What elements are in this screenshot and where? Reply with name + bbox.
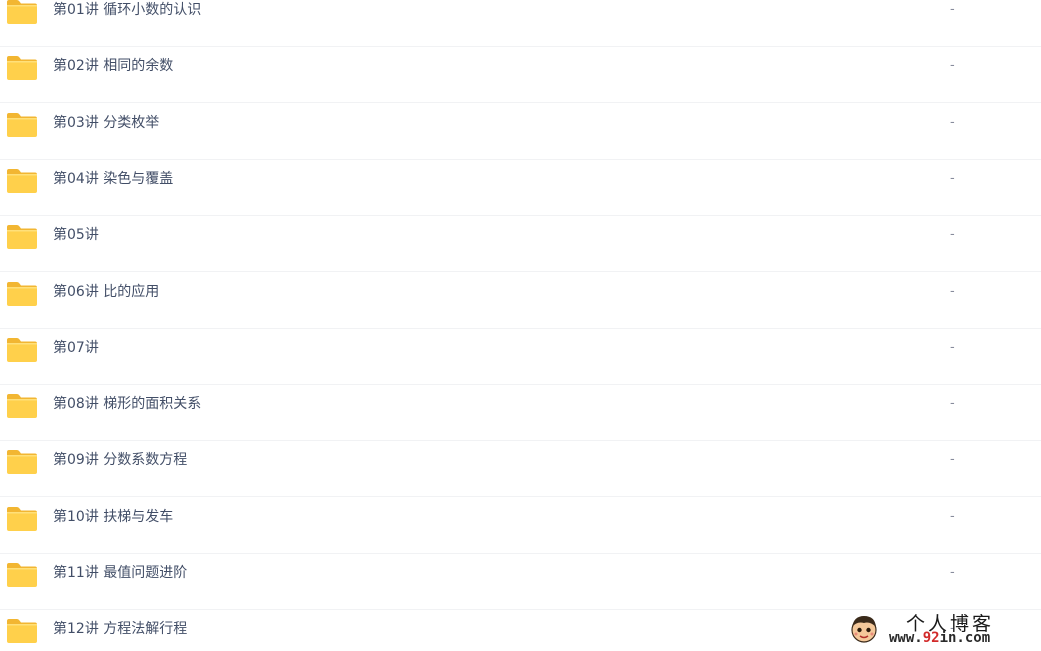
folder-icon bbox=[7, 225, 37, 250]
watermark-url-number: 92 bbox=[922, 630, 940, 646]
watermark: 个人博客 www.92in.com bbox=[846, 609, 1036, 649]
folder-icon bbox=[7, 281, 37, 306]
folder-icon bbox=[7, 0, 37, 24]
file-name[interactable]: 第12讲 方程法解行程 bbox=[53, 620, 187, 638]
watermark-url-prefix: www. bbox=[889, 630, 923, 646]
folder-icon bbox=[7, 112, 37, 137]
folder-icon bbox=[7, 394, 37, 419]
file-size: - bbox=[950, 2, 955, 17]
file-row-10[interactable]: 第10讲 扶梯与发车 - bbox=[0, 498, 1041, 554]
file-name[interactable]: 第02讲 相同的余数 bbox=[53, 57, 173, 75]
folder-icon bbox=[7, 563, 37, 587]
folder-icon bbox=[7, 56, 37, 81]
file-size: - bbox=[950, 396, 955, 412]
file-size: - bbox=[950, 114, 955, 130]
file-name[interactable]: 第01讲 循环小数的认识 bbox=[53, 1, 201, 19]
folder-icon bbox=[7, 619, 37, 644]
folder-icon bbox=[7, 506, 37, 531]
file-size: - bbox=[950, 283, 955, 299]
file-name[interactable]: 第11讲 最值问题进阶 bbox=[53, 564, 187, 582]
file-row-09[interactable]: 第09讲 分数系数方程 - bbox=[0, 441, 1041, 498]
cartoon-face-icon bbox=[851, 616, 877, 643]
file-size: - bbox=[950, 339, 955, 355]
file-name[interactable]: 第05讲 bbox=[53, 226, 99, 244]
file-size: - bbox=[950, 58, 955, 74]
file-row-01[interactable]: 第01讲 循环小数的认识 - bbox=[0, 0, 1041, 47]
file-row-05[interactable]: 第05讲 - bbox=[0, 216, 1041, 273]
file-size: - bbox=[950, 227, 955, 243]
file-row-06[interactable]: 第06讲 比的应用 - bbox=[0, 273, 1041, 329]
file-size: - bbox=[950, 565, 955, 580]
file-row-04[interactable]: 第04讲 染色与覆盖 - bbox=[0, 160, 1041, 216]
file-size: - bbox=[950, 452, 955, 468]
watermark-url-suffix: in.com bbox=[939, 630, 991, 646]
file-name[interactable]: 第09讲 分数系数方程 bbox=[53, 451, 187, 469]
watermark-url: www.92in.com bbox=[889, 630, 990, 646]
folder-icon bbox=[7, 450, 37, 475]
file-row-02[interactable]: 第02讲 相同的余数 - bbox=[0, 47, 1041, 104]
file-name[interactable]: 第08讲 梯形的面积关系 bbox=[53, 395, 201, 413]
file-name[interactable]: 第04讲 染色与覆盖 bbox=[53, 170, 173, 188]
folder-icon bbox=[7, 337, 37, 362]
file-row-07[interactable]: 第07讲 - bbox=[0, 329, 1041, 385]
file-list: 第01讲 循环小数的认识 - 第02讲 相同的余数 - 第03讲 分类枚举 - bbox=[0, 0, 1041, 651]
file-row-03[interactable]: 第03讲 分类枚举 - bbox=[0, 104, 1041, 160]
file-size: - bbox=[950, 170, 955, 186]
file-row-11[interactable]: 第11讲 最值问题进阶 - bbox=[0, 554, 1041, 610]
file-name[interactable]: 第03讲 分类枚举 bbox=[53, 114, 159, 132]
folder-icon bbox=[7, 168, 37, 193]
file-size: - bbox=[950, 508, 955, 524]
file-name[interactable]: 第07讲 bbox=[53, 339, 99, 357]
file-name[interactable]: 第06讲 比的应用 bbox=[53, 283, 159, 301]
file-name[interactable]: 第10讲 扶梯与发车 bbox=[53, 508, 173, 526]
file-row-08[interactable]: 第08讲 梯形的面积关系 - bbox=[0, 385, 1041, 442]
